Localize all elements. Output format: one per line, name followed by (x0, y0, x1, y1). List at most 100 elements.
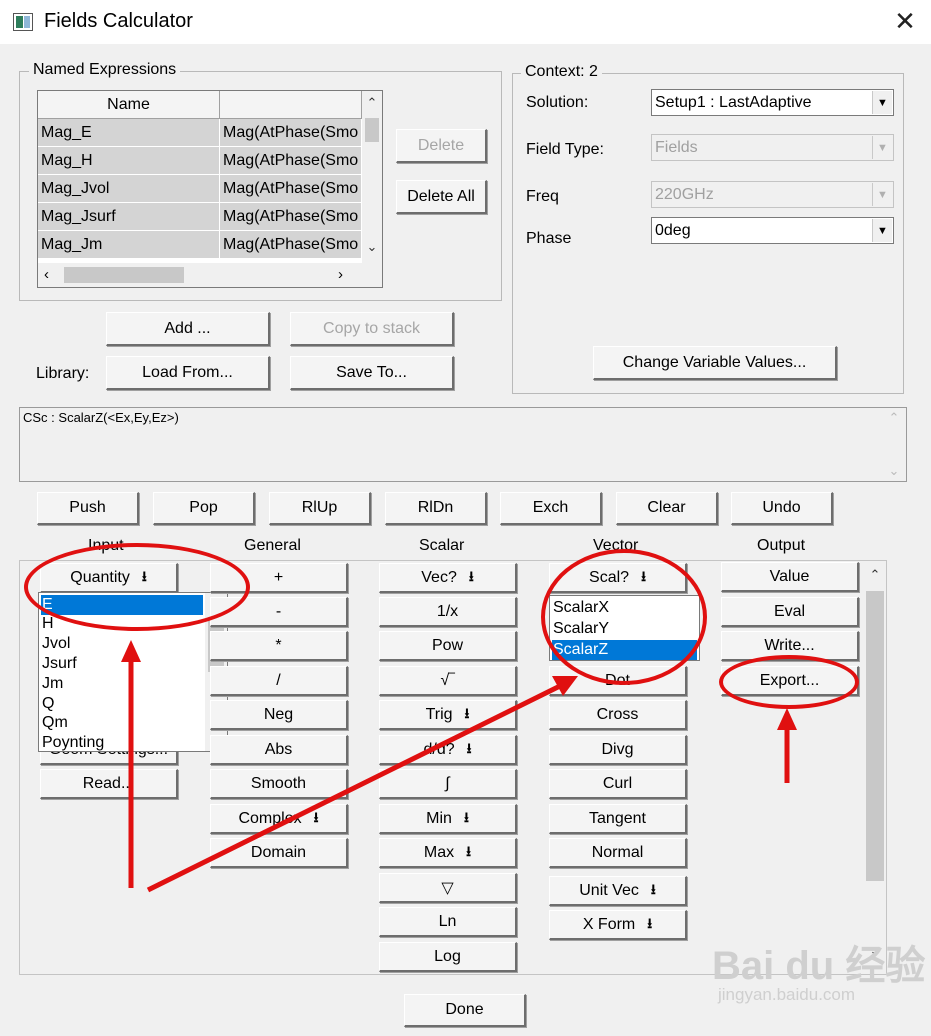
chevron-down-icon[interactable]: ⌄ (362, 239, 382, 255)
quantity-option-jm[interactable]: Jm (41, 674, 63, 694)
quantity-option-q[interactable]: Q (41, 694, 54, 714)
dropdown-arrow-icon[interactable]: ▼ (872, 183, 892, 206)
copy-to-stack-button[interactable]: Copy to stack (290, 312, 454, 346)
min-button[interactable]: Min ⭳ (379, 804, 517, 834)
undo-button[interactable]: Undo (731, 492, 833, 525)
dropdown-arrow-icon: ⭳ (463, 808, 469, 825)
baidu-watermark-url: jingyan.baidu.com (718, 985, 856, 1004)
chevron-left-icon[interactable]: ‹ (44, 266, 49, 283)
dropdown-arrow-icon: ⭳ (650, 880, 656, 897)
field-type-select[interactable]: Fields ▼ (651, 134, 894, 161)
dropdown-arrow-icon[interactable]: ▼ (872, 219, 892, 242)
named-expressions-legend: Named Expressions (29, 61, 181, 79)
chevron-right-icon[interactable]: › (338, 266, 343, 283)
table-row[interactable]: Mag_H Mag(AtPhase(Smo (38, 147, 362, 175)
output-column-header: Output (757, 537, 806, 554)
reciprocal-button[interactable]: 1/x (379, 597, 517, 627)
solution-select[interactable]: Setup1 : LastAdaptive ▼ (651, 89, 894, 116)
read-button[interactable]: Read... (40, 769, 178, 799)
complex-button[interactable]: Complex ⭳ (210, 804, 348, 834)
xform-button[interactable]: X Form ⭳ (549, 910, 687, 940)
table-row[interactable]: Mag_E Mag(AtPhase(Smo (38, 119, 362, 147)
clear-button[interactable]: Clear (616, 492, 718, 525)
divergence-button[interactable]: Divg (549, 735, 687, 765)
integral-button[interactable]: ∫ (379, 769, 517, 799)
quantity-option-h[interactable]: H (41, 614, 54, 634)
divide-button[interactable]: / (210, 666, 348, 696)
pow-button[interactable]: Pow (379, 631, 517, 661)
neg-button[interactable]: Neg (210, 700, 348, 730)
unit-vec-button[interactable]: Unit Vec ⭳ (549, 876, 687, 906)
table-row[interactable]: Mag_Jvol Mag(AtPhase(Smo (38, 175, 362, 203)
vec-button[interactable]: Vec? ⭳ (379, 563, 517, 593)
smooth-button[interactable]: Smooth (210, 769, 348, 799)
quantity-option-jsurf[interactable]: Jsurf (41, 654, 77, 674)
row-name: Mag_Jvol (38, 175, 220, 203)
dropdown-arrow-icon[interactable]: ▼ (872, 136, 892, 159)
dropdown-arrow-icon[interactable]: ▼ (872, 91, 892, 114)
pop-button[interactable]: Pop (153, 492, 255, 525)
curl-button[interactable]: Curl (549, 769, 687, 799)
value-button[interactable]: Value (721, 562, 859, 592)
derivative-label: d/d? (423, 740, 455, 758)
normal-button[interactable]: Normal (549, 838, 687, 868)
operator-area-scrollbar[interactable]: ⌃ ⌄ (864, 563, 886, 973)
load-from-button[interactable]: Load From... (106, 356, 270, 390)
app-icon (13, 13, 33, 31)
scroll-thumb[interactable] (365, 118, 379, 142)
roll-up-button[interactable]: RlUp (269, 492, 371, 525)
save-to-button[interactable]: Save To... (290, 356, 454, 390)
tangent-button[interactable]: Tangent (549, 804, 687, 834)
push-button[interactable]: Push (37, 492, 139, 525)
window-title: Fields Calculator (44, 10, 193, 32)
domain-button[interactable]: Domain (210, 838, 348, 868)
scroll-thumb[interactable] (866, 591, 884, 881)
phase-select[interactable]: 0deg ▼ (651, 217, 894, 244)
baidu-watermark-logo: Bai du 经验 (712, 944, 926, 988)
quantity-option-poynting[interactable]: Poynting (41, 733, 104, 751)
cross-button[interactable]: Cross (549, 700, 687, 730)
annotation-circle-scalar (541, 549, 707, 685)
chevron-up-icon[interactable]: ⌃ (884, 410, 904, 426)
delete-button[interactable]: Delete (396, 129, 487, 163)
field-type-value: Fields (655, 138, 698, 156)
abs-button[interactable]: Abs (210, 735, 348, 765)
chevron-up-icon[interactable]: ⌃ (362, 95, 382, 111)
table-row[interactable]: Mag_Jm Mag(AtPhase(Smo (38, 231, 362, 259)
log-button[interactable]: Log (379, 942, 517, 972)
trig-button[interactable]: Trig ⭳ (379, 700, 517, 730)
column-header-name[interactable]: Name (38, 91, 220, 119)
column-header-expression[interactable] (220, 91, 362, 119)
change-variable-values-button[interactable]: Change Variable Values... (593, 346, 837, 380)
roll-down-button[interactable]: RlDn (385, 492, 487, 525)
multiply-button[interactable]: * (210, 631, 348, 661)
scroll-thumb[interactable] (64, 267, 184, 283)
unit-vec-label: Unit Vec (579, 881, 639, 899)
freq-label: Freq (526, 188, 559, 205)
named-expressions-table[interactable]: Name Mag_E Mag(AtPhase(Smo Mag_H Mag(AtP… (37, 90, 383, 288)
eval-button[interactable]: Eval (721, 597, 859, 627)
stack-scrollbar[interactable]: ⌃ ⌄ (884, 410, 904, 479)
delete-all-button[interactable]: Delete All (396, 180, 487, 214)
table-horizontal-scrollbar[interactable]: ‹ › (38, 263, 382, 287)
quantity-option-jvol[interactable]: Jvol (41, 634, 70, 654)
ln-button[interactable]: Ln (379, 907, 517, 937)
chevron-down-icon[interactable]: ⌄ (884, 463, 904, 479)
close-icon[interactable]: ✕ (890, 6, 920, 36)
xform-label: X Form (582, 915, 636, 933)
add-button[interactable]: Add ... (106, 312, 270, 346)
quantity-option-qm[interactable]: Qm (41, 713, 68, 733)
freq-select[interactable]: 220GHz ▼ (651, 181, 894, 208)
stack-display: CSc : ScalarZ(<Ex,Ey,Ez>) ⌃ ⌄ (19, 407, 907, 482)
dropdown-arrow-icon: ⭳ (466, 739, 472, 756)
sqrt-button[interactable]: √‾ (379, 666, 517, 696)
table-vertical-scrollbar[interactable]: ⌃ ⌄ (362, 91, 382, 263)
phase-value: 0deg (655, 221, 691, 239)
derivative-button[interactable]: d/d? ⭳ (379, 735, 517, 765)
chevron-up-icon[interactable]: ⌃ (864, 567, 886, 583)
table-row[interactable]: Mag_Jsurf Mag(AtPhase(Smo (38, 203, 362, 231)
exchange-button[interactable]: Exch (500, 492, 602, 525)
gradient-button[interactable]: ▽ (379, 873, 517, 903)
max-button[interactable]: Max ⭳ (379, 838, 517, 868)
done-button[interactable]: Done (404, 994, 526, 1027)
